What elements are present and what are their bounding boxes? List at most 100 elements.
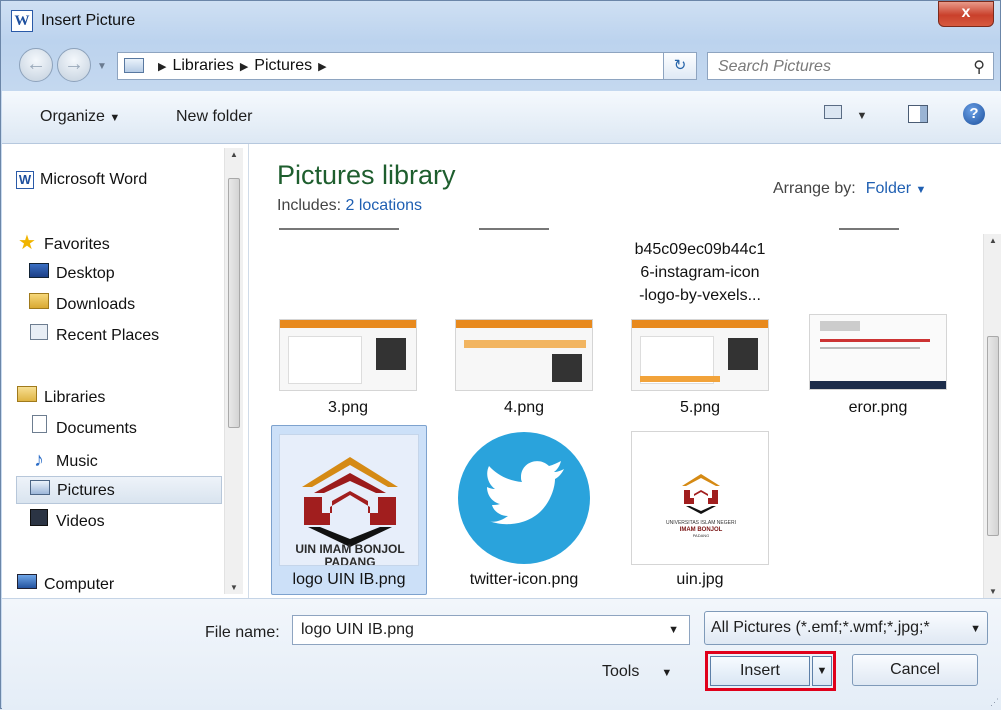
sidebar-item-microsoft-word[interactable]: W Microsoft Word <box>16 166 147 194</box>
file-name-uin-jpg[interactable]: uin.jpg <box>631 571 769 589</box>
sidebar-item-label: Downloads <box>56 296 136 313</box>
scroll-up-icon[interactable]: ▲ <box>989 236 997 245</box>
library-location-icon <box>124 58 144 73</box>
breadcrumb: ▶ Libraries ▶ Pictures ▶ <box>152 57 333 75</box>
sidebar-item-computer[interactable]: Computer <box>16 571 114 598</box>
sidebar-item-pictures[interactable]: Pictures <box>16 476 222 504</box>
sidebar-item-videos[interactable]: Videos <box>28 508 105 536</box>
file-name-label: File name: <box>205 624 280 641</box>
preview-pane-button[interactable] <box>908 105 928 128</box>
sidebar-item-label: Music <box>56 453 98 470</box>
file-list-pane: Pictures library Includes: 2 locations A… <box>249 144 1001 598</box>
insert-highlight-box: Insert ▼ <box>705 651 836 691</box>
sidebar-item-label: Documents <box>56 420 137 437</box>
dialog-title: Insert Picture <box>41 12 136 29</box>
sidebar-item-label: Microsoft Word <box>40 171 148 188</box>
forward-button[interactable]: → <box>57 48 91 82</box>
logo-caption-line: PADANG <box>324 555 375 566</box>
file-name-twitter-icon[interactable]: twitter-icon.png <box>445 571 603 589</box>
back-button[interactable]: ← <box>19 48 53 82</box>
file-name-4-png[interactable]: 4.png <box>455 399 593 417</box>
sidebar-item-recent-places[interactable]: Recent Places <box>28 322 159 350</box>
sidebar-item-music[interactable]: ♪ Music <box>28 446 98 474</box>
close-button[interactable]: x <box>938 1 994 27</box>
insert-options-dropdown[interactable]: ▼ <box>812 656 832 686</box>
sidebar-item-documents[interactable]: Documents <box>28 415 137 443</box>
file-thumbnail-logo-uin-ib[interactable]: UIN IMAM BONJOL PADANG <box>279 434 419 566</box>
arrange-by: Arrange by: Folder ▼ <box>773 180 926 198</box>
resize-grip-icon[interactable]: ⋰ <box>990 697 999 708</box>
refresh-button[interactable]: ↻ <box>663 52 697 80</box>
file-thumbnail[interactable] <box>455 319 593 391</box>
search-icon[interactable]: ⚲ <box>973 57 985 77</box>
partial-file-name <box>839 228 899 230</box>
scrollbar-thumb[interactable] <box>228 178 240 428</box>
locations-link[interactable]: 2 locations <box>346 197 423 214</box>
file-thumbnail[interactable] <box>631 319 769 391</box>
file-name-field[interactable]: logo UIN IB.png ▼ <box>292 615 690 645</box>
breadcrumb-libraries[interactable]: Libraries <box>172 57 233 74</box>
file-thumbnail-twitter-icon[interactable] <box>455 429 593 567</box>
chevron-down-icon: ▼ <box>915 184 927 196</box>
title-bar: W Insert Picture x <box>1 1 1001 43</box>
partial-file-name <box>279 228 399 230</box>
arrange-value: Folder <box>865 180 912 197</box>
twitter-bird-icon <box>458 432 590 564</box>
library-includes: Includes: 2 locations <box>277 197 422 215</box>
help-icon: ? <box>969 105 979 122</box>
sidebar-item-label: Libraries <box>44 389 106 406</box>
arrange-by-dropdown[interactable]: Folder ▼ <box>866 180 927 197</box>
sidebar-item-label: Pictures <box>57 482 115 499</box>
navigation-pane-scrollbar[interactable]: ▲ ▼ <box>224 148 243 594</box>
back-arrow-icon: ← <box>26 53 46 75</box>
sidebar-item-favorites[interactable]: ★ Favorites <box>16 229 110 257</box>
scroll-down-icon[interactable]: ▼ <box>230 583 238 592</box>
star-icon: ★ <box>18 232 36 254</box>
file-thumbnail[interactable] <box>809 314 947 390</box>
scroll-up-icon[interactable]: ▲ <box>230 150 238 159</box>
insert-button[interactable]: Insert <box>710 656 810 686</box>
computer-icon <box>16 571 38 598</box>
cancel-button[interactable]: Cancel <box>852 654 978 686</box>
tools-button[interactable]: Tools ▼ <box>602 663 672 681</box>
file-item-instagram-logo[interactable]: b45c09ec09b44c1 6-instagram-icon -logo-b… <box>625 238 775 307</box>
file-name-eror-png[interactable]: eror.png <box>809 399 947 417</box>
sidebar-item-label: Desktop <box>56 265 115 282</box>
breadcrumb-pictures[interactable]: Pictures <box>254 57 312 74</box>
chevron-down-icon: ▼ <box>970 623 981 635</box>
breadcrumb-arrow-icon[interactable]: ▶ <box>318 61 326 73</box>
dialog-footer: File name: logo UIN IB.png ▼ All Picture… <box>2 598 1001 710</box>
arrange-label: Arrange by: <box>773 180 856 197</box>
scroll-down-icon[interactable]: ▼ <box>989 587 997 596</box>
file-type-filter-dropdown[interactable]: All Pictures (*.emf;*.wmf;*.jpg;* ▼ <box>704 611 988 645</box>
change-view-button[interactable]: ▼ <box>824 105 867 124</box>
sidebar-item-downloads[interactable]: Downloads <box>28 291 135 319</box>
file-name-5-png[interactable]: 5.png <box>631 399 769 417</box>
refresh-icon: ↻ <box>673 57 687 74</box>
preview-pane-icon <box>908 105 928 123</box>
word-app-icon: W <box>11 10 33 32</box>
search-box[interactable]: ⚲ <box>707 52 994 80</box>
breadcrumb-arrow-icon[interactable]: ▶ <box>240 61 248 73</box>
navigation-pane: W Microsoft Word ★ Favorites Desktop Downl… <box>2 144 249 598</box>
help-button[interactable]: ? <box>963 103 985 125</box>
scrollbar-thumb[interactable] <box>987 336 999 536</box>
organize-button[interactable]: Organize ▼ <box>40 108 120 126</box>
address-bar[interactable]: ▶Libraries▶Pictures▶ ▼ <box>117 52 697 80</box>
documents-icon <box>28 415 50 443</box>
sidebar-item-desktop[interactable]: Desktop <box>28 260 115 288</box>
file-name-logo-uin-ib[interactable]: logo UIN IB.png <box>271 571 427 589</box>
sidebar-item-libraries[interactable]: Libraries <box>16 384 105 412</box>
file-thumbnail[interactable] <box>279 319 417 391</box>
breadcrumb-arrow-icon[interactable]: ▶ <box>158 61 166 73</box>
recent-locations-icon[interactable]: ▼ <box>97 61 107 72</box>
file-name-line: -logo-by-vexels... <box>639 287 761 304</box>
search-input[interactable] <box>716 56 960 78</box>
partial-file-name <box>479 228 549 230</box>
file-thumbnail-uin-jpg[interactable]: UNIVERSITAS ISLAM NEGERI IMAM BONJOL PAD… <box>631 431 769 565</box>
new-folder-button[interactable]: New folder <box>176 108 252 126</box>
file-list-scrollbar[interactable]: ▲ ▼ <box>983 234 1001 598</box>
file-name-3-png[interactable]: 3.png <box>279 399 417 417</box>
library-title: Pictures library <box>277 160 456 190</box>
chevron-down-icon[interactable]: ▼ <box>668 624 679 636</box>
